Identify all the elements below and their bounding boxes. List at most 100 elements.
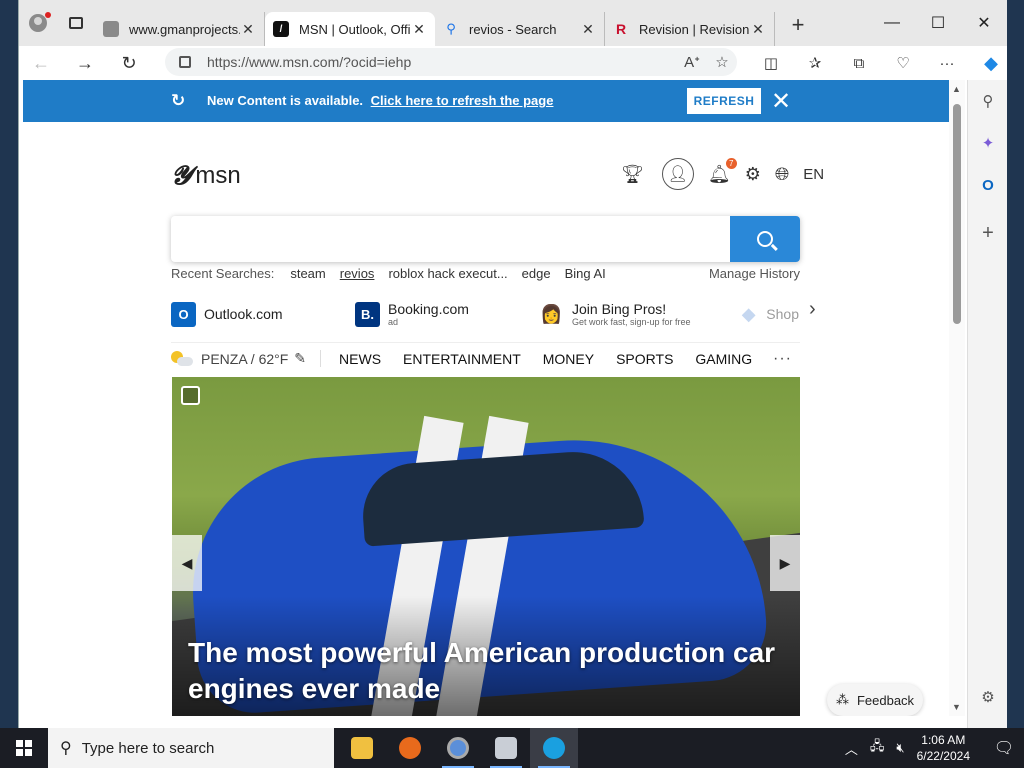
edge-taskbar-icon[interactable]	[530, 728, 578, 768]
language-label[interactable]: EN	[803, 166, 824, 183]
logo-text: msn	[195, 162, 241, 189]
performance-icon[interactable]: ♡	[881, 46, 925, 80]
quick-links: O Outlook.com B. Booking.com ad 👩 Join B…	[171, 294, 831, 334]
weather-text: PENZA / 62°F	[201, 350, 289, 367]
nav-sports[interactable]: SPORTS	[616, 351, 673, 367]
msn-page: ↻ New Content is available. Click here t…	[23, 80, 949, 716]
feedback-button[interactable]: ⁂ Feedback	[827, 684, 923, 716]
close-window-button[interactable]: ✕	[961, 0, 1007, 46]
sidebar-settings-icon[interactable]: ⚙	[968, 676, 1008, 718]
tab-title: MSN | Outlook, Offi	[299, 21, 411, 37]
settings-gear-icon[interactable]: ⚙	[745, 164, 761, 185]
weather-widget[interactable]: PENZA / 62°F ✎	[171, 350, 322, 367]
tab-gmanprojects[interactable]: www.gmanprojects. ✕	[95, 12, 265, 46]
web-search-box[interactable]	[171, 216, 800, 262]
scroll-down-icon[interactable]: ▼	[952, 702, 961, 712]
chevron-right-icon[interactable]: ›	[809, 298, 816, 321]
hero-story[interactable]: ◀ ▶ The most powerful American productio…	[172, 377, 800, 716]
back-button[interactable]: ←	[19, 46, 63, 80]
chrome-taskbar-icon[interactable]	[434, 728, 482, 768]
recent-search-item[interactable]: Bing AI	[565, 266, 606, 281]
quick-link-subtitle: Get work fast, sign-up for free	[572, 317, 691, 327]
profile-button[interactable]	[19, 0, 57, 46]
split-screen-icon[interactable]: ◫	[749, 46, 793, 80]
app-taskbar-icon[interactable]	[482, 728, 530, 768]
volume-muted-icon[interactable]: 🔇︎	[896, 740, 904, 756]
recent-search-item[interactable]: roblox hack execut...	[388, 266, 507, 281]
tab-revios-search[interactable]: ⚲ revios - Search ✕	[435, 12, 605, 46]
new-tab-button[interactable]: +	[779, 12, 817, 38]
tab-msn[interactable]: / MSN | Outlook, Offi ✕	[265, 12, 435, 46]
close-tab-icon[interactable]: ✕	[750, 21, 766, 38]
quick-link-shop[interactable]: ◆ Shop	[739, 302, 799, 327]
recent-search-item[interactable]: revios	[340, 266, 375, 281]
bing-pros-avatar-icon: 👩	[539, 301, 564, 327]
sidebar-copilot-icon[interactable]: ✦	[968, 122, 1008, 164]
quick-link-bing-pros[interactable]: 👩 Join Bing Pros! Get work fast, sign-up…	[539, 301, 739, 327]
close-tab-icon[interactable]: ✕	[580, 21, 596, 38]
refresh-link[interactable]: Click here to refresh the page	[371, 93, 554, 108]
ad-label: ad	[388, 317, 399, 327]
taskbar-clock[interactable]: 1:06 AM 6/22/2024	[917, 732, 970, 764]
desktop-edge-right	[1006, 0, 1024, 728]
quick-link-outlook[interactable]: O Outlook.com	[171, 301, 355, 327]
network-icon[interactable]: 🖧︎	[870, 737, 885, 759]
firefox-taskbar-icon[interactable]	[386, 728, 434, 768]
maximize-button[interactable]: ☐	[915, 0, 961, 46]
edit-pencil-icon[interactable]: ✎	[294, 350, 306, 367]
search-button[interactable]	[730, 216, 800, 262]
collections-icon[interactable]: ⧉	[837, 46, 881, 80]
scroll-up-icon[interactable]: ▲	[952, 84, 961, 94]
profile-icon	[29, 14, 47, 32]
copilot-icon[interactable]: ◆	[969, 46, 1013, 80]
nav-money[interactable]: MONEY	[543, 351, 594, 367]
quick-link-booking[interactable]: B. Booking.com ad	[355, 301, 539, 327]
sidebar-outlook-icon[interactable]: O	[968, 164, 1008, 206]
hero-headline[interactable]: The most powerful American production ca…	[188, 635, 788, 707]
recent-search-item[interactable]: edge	[522, 266, 551, 281]
nav-news[interactable]: NEWS	[339, 351, 381, 367]
favorite-star-icon[interactable]: ☆	[707, 53, 737, 71]
nav-entertainment[interactable]: ENTERTAINMENT	[403, 351, 521, 367]
sidebar-add-icon[interactable]: +	[968, 212, 1008, 254]
manage-history-link[interactable]: Manage History	[709, 266, 800, 281]
globe-icon[interactable]: 🌐︎	[775, 164, 789, 185]
taskbar-search-box[interactable]: ⚲ Type here to search	[48, 728, 334, 768]
scrollbar-thumb[interactable]	[953, 104, 961, 324]
tab-revision[interactable]: R Revision | Revision ✕	[605, 12, 775, 46]
favorites-icon[interactable]: ✰	[793, 46, 837, 80]
sidebar-search-icon[interactable]: ⚲	[968, 80, 1008, 122]
profile-alert-dot	[45, 12, 51, 18]
close-banner-icon[interactable]: ✕	[771, 87, 791, 116]
notifications-bell-icon[interactable]: 🔔︎ 7	[708, 157, 737, 185]
tab-title: www.gmanprojects.	[129, 21, 240, 37]
tab-actions-button[interactable]	[57, 0, 95, 46]
recent-search-item[interactable]: steam	[290, 266, 325, 281]
file-explorer-taskbar-icon[interactable]	[338, 728, 386, 768]
start-button[interactable]	[0, 728, 48, 768]
browser-toolbar: ← → ↻ https://www.msn.com/?ocid=iehp Aᐩ …	[19, 46, 1007, 80]
msn-butterfly-icon: 𝓨	[171, 160, 192, 190]
msn-logo[interactable]: 𝓨 msn	[171, 160, 241, 192]
rewards-trophy-icon[interactable]: 🏆︎	[621, 164, 644, 185]
read-aloud-icon[interactable]: Aᐩ	[677, 53, 707, 71]
refresh-icon: ↻	[171, 91, 186, 110]
settings-more-icon[interactable]: ···	[925, 46, 969, 80]
more-nav-icon[interactable]: ···	[773, 350, 792, 368]
forward-button[interactable]: →	[63, 46, 107, 80]
notification-center-icon[interactable]: 🗨︎	[984, 728, 1024, 768]
account-avatar-icon[interactable]: 👤︎	[661, 158, 694, 190]
quick-link-label: Booking.com	[388, 301, 469, 317]
minimize-button[interactable]: —	[869, 0, 915, 46]
refresh-button[interactable]: REFRESH	[687, 88, 761, 114]
nav-gaming[interactable]: GAMING	[695, 351, 752, 367]
reload-button[interactable]: ↻	[107, 46, 151, 80]
hero-prev-button[interactable]: ◀	[172, 535, 202, 591]
address-bar[interactable]: https://www.msn.com/?ocid=iehp Aᐩ ☆	[165, 48, 737, 76]
tray-chevron-icon[interactable]: ︿	[845, 739, 858, 758]
hero-next-button[interactable]: ▶	[770, 535, 800, 591]
refresh-banner: ↻ New Content is available. Click here t…	[23, 80, 949, 122]
page-scrollbar[interactable]: ▲ ▼	[949, 80, 965, 716]
close-tab-icon[interactable]: ✕	[240, 21, 256, 38]
close-tab-icon[interactable]: ✕	[411, 21, 427, 38]
